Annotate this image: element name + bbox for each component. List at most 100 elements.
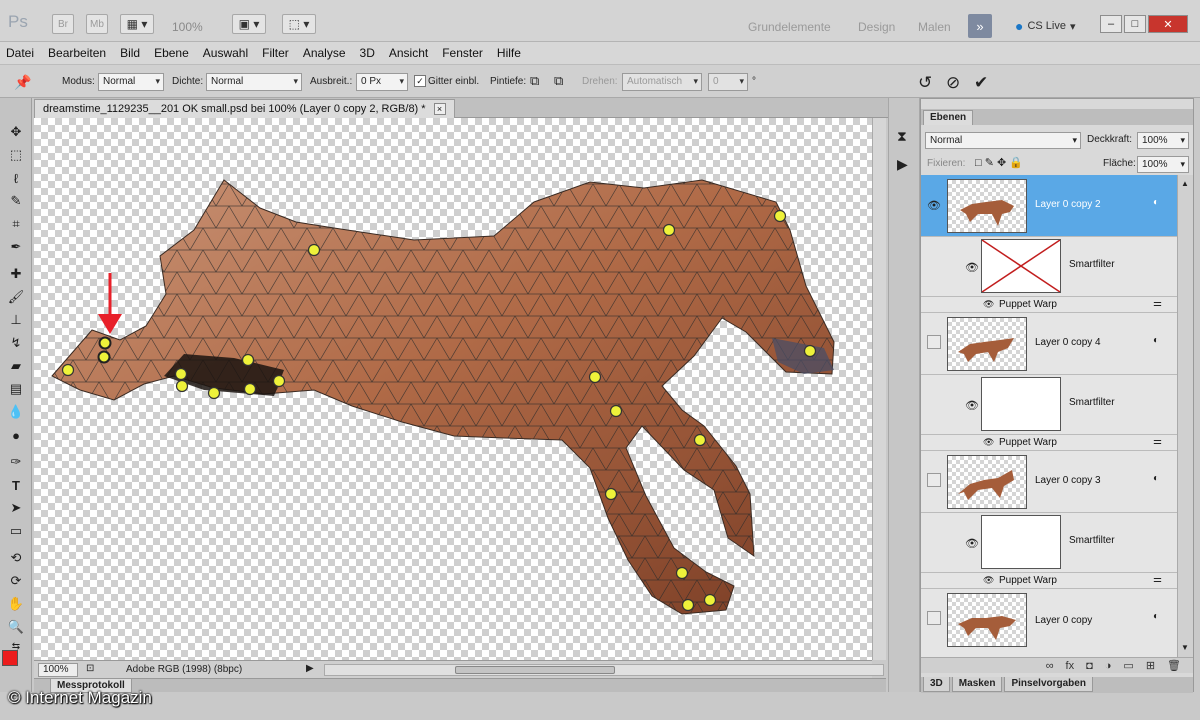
eyedropper-tool-icon[interactable]: ✒ (6, 237, 26, 257)
warp-pin[interactable] (207, 386, 221, 400)
3d-orbit-tool-icon[interactable]: ⟳ (6, 571, 26, 591)
foreground-color-swatch[interactable] (2, 650, 18, 666)
reset-icon[interactable]: ↺ (918, 73, 932, 93)
layer-name[interactable]: Layer 0 copy 2 (1035, 199, 1101, 210)
more-workspaces-button[interactable]: » (968, 14, 992, 38)
warp-pin[interactable] (307, 243, 321, 257)
new-layer-icon[interactable]: ⊞ (1146, 659, 1155, 672)
add-mask-icon[interactable]: ◘ (1086, 660, 1093, 672)
menu-hilfe[interactable]: Hilfe (497, 46, 521, 60)
filter-options-icon[interactable]: ⚌ (1153, 574, 1162, 585)
history-brush-tool-icon[interactable]: ↯ (6, 333, 26, 353)
brush-tool-icon[interactable]: 🖌 (6, 287, 26, 307)
arrange-documents-dropdown[interactable]: ▣ ▾ (232, 14, 266, 34)
eye-icon[interactable]: 👁 (927, 199, 941, 212)
menu-ansicht[interactable]: Ansicht (389, 46, 428, 60)
blend-mode-select[interactable]: Normal (925, 132, 1081, 149)
fill-input[interactable]: 100% (1137, 156, 1189, 173)
eraser-tool-icon[interactable]: ▰ (6, 356, 26, 376)
layer-row[interactable]: Layer 0 copy 4 ◐ (921, 313, 1177, 375)
warp-pin-selected[interactable] (98, 336, 112, 350)
warp-pin[interactable] (773, 209, 787, 223)
filter-row[interactable]: 👁 Puppet Warp ⚌ (921, 297, 1177, 313)
menu-bearbeiten[interactable]: Bearbeiten (48, 46, 106, 60)
drehen-angle-input[interactable]: 0 (708, 73, 748, 91)
view-extras-dropdown[interactable]: ▦ ▾ (120, 14, 154, 34)
move-tool-icon[interactable]: ✥ (6, 122, 26, 142)
cancel-icon[interactable]: ⊘ (946, 73, 960, 93)
minibridge-button[interactable]: Mb (86, 14, 108, 34)
warp-pin-selected[interactable] (97, 350, 111, 364)
healing-brush-tool-icon[interactable]: ✚ (6, 264, 26, 284)
gradient-tool-icon[interactable]: ▤ (6, 379, 26, 399)
eye-icon[interactable]: 👁 (965, 537, 979, 550)
filter-options-icon[interactable]: ⚌ (1153, 298, 1162, 309)
canvas-vertical-scrollbar[interactable] (872, 118, 886, 660)
visibility-toggle[interactable] (927, 335, 941, 349)
eye-icon[interactable]: 👁 (965, 261, 979, 274)
gitter-checkbox[interactable]: ✓ (414, 75, 426, 87)
menu-bild[interactable]: Bild (120, 46, 140, 60)
pin-tool-preset-icon[interactable]: 📌 (14, 74, 31, 91)
bridge-button[interactable]: Br (52, 14, 74, 34)
close-button[interactable]: ✕ (1148, 15, 1188, 33)
menu-analyse[interactable]: Analyse (303, 46, 346, 60)
warp-pin[interactable] (174, 367, 188, 381)
layer-name[interactable]: Layer 0 copy 4 (1035, 337, 1101, 348)
type-tool-icon[interactable]: T (6, 475, 26, 495)
warp-pin[interactable] (681, 598, 695, 612)
menu-auswahl[interactable]: Auswahl (203, 46, 248, 60)
warp-pin[interactable] (241, 353, 255, 367)
status-zoom-field[interactable]: 100% (38, 663, 78, 677)
layer-name[interactable]: Layer 0 copy (1035, 615, 1092, 626)
layer-style-icon[interactable]: fx (1066, 660, 1075, 672)
blur-tool-icon[interactable]: 💧 (6, 402, 26, 422)
workspace-malen[interactable]: Malen (918, 20, 951, 34)
quick-selection-tool-icon[interactable]: ✎ (6, 191, 26, 211)
link-layers-icon[interactable]: ∞ (1046, 660, 1054, 672)
smartfilter-row[interactable]: 👁 Smartfilter (921, 513, 1177, 573)
marquee-tool-icon[interactable]: ⬚ (6, 145, 26, 165)
new-group-icon[interactable]: ▭ (1123, 659, 1133, 672)
lasso-tool-icon[interactable]: ℓ (6, 168, 26, 188)
lock-icons[interactable]: □ ✎ ✥ 🔒 (975, 156, 1023, 169)
commit-checkmark-icon[interactable]: ✔ (974, 73, 988, 93)
warp-pin[interactable] (609, 404, 623, 418)
menu-ebene[interactable]: Ebene (154, 46, 189, 60)
visibility-toggle[interactable] (927, 611, 941, 625)
close-document-icon[interactable]: × (433, 103, 446, 115)
hand-tool-icon[interactable]: ✋ (6, 594, 26, 614)
warp-pin[interactable] (175, 379, 189, 393)
menu-fenster[interactable]: Fenster (442, 46, 483, 60)
tab-pinselvorgaben[interactable]: Pinselvorgaben (1004, 677, 1093, 692)
layer-row[interactable]: Layer 0 copy 3 ◐ (921, 451, 1177, 513)
tab-3d[interactable]: 3D (923, 677, 950, 692)
warp-pin[interactable] (803, 344, 817, 358)
status-expand-icon[interactable]: ▶ (306, 663, 314, 674)
cslive-menu[interactable]: ● CS Live ▾ (1015, 18, 1076, 34)
crop-tool-icon[interactable]: ⌗ (6, 214, 26, 234)
status-menu-icon[interactable]: ⊡ (86, 663, 94, 674)
scroll-up-icon[interactable]: ▲ (1181, 179, 1189, 188)
menu-filter[interactable]: Filter (262, 46, 289, 60)
eye-icon[interactable]: 👁 (983, 575, 994, 586)
layer-name[interactable]: Layer 0 copy 3 (1035, 475, 1101, 486)
workspace-design[interactable]: Design (858, 20, 895, 34)
filter-options-icon[interactable]: ⚌ (1153, 436, 1162, 447)
document-canvas[interactable] (34, 118, 872, 660)
scrollbar-thumb[interactable] (455, 666, 615, 674)
warp-pin[interactable] (693, 433, 707, 447)
menu-datei[interactable]: Datei (6, 46, 34, 60)
eye-icon[interactable]: 👁 (983, 299, 994, 310)
pin-depth-down-icon[interactable]: ⧉ (554, 73, 563, 89)
scroll-down-icon[interactable]: ▼ (1181, 643, 1189, 652)
filter-row[interactable]: 👁 Puppet Warp ⚌ (921, 573, 1177, 589)
tab-masken[interactable]: Masken (951, 677, 1003, 692)
history-panel-icon[interactable]: ⧗ (897, 128, 907, 145)
path-selection-tool-icon[interactable]: ➤ (6, 498, 26, 518)
visibility-toggle[interactable] (927, 473, 941, 487)
warp-pin[interactable] (588, 370, 602, 384)
actions-panel-icon[interactable]: ▶ (897, 156, 908, 173)
trash-icon[interactable]: 🗑 (1167, 659, 1181, 672)
warp-pin[interactable] (703, 593, 717, 607)
